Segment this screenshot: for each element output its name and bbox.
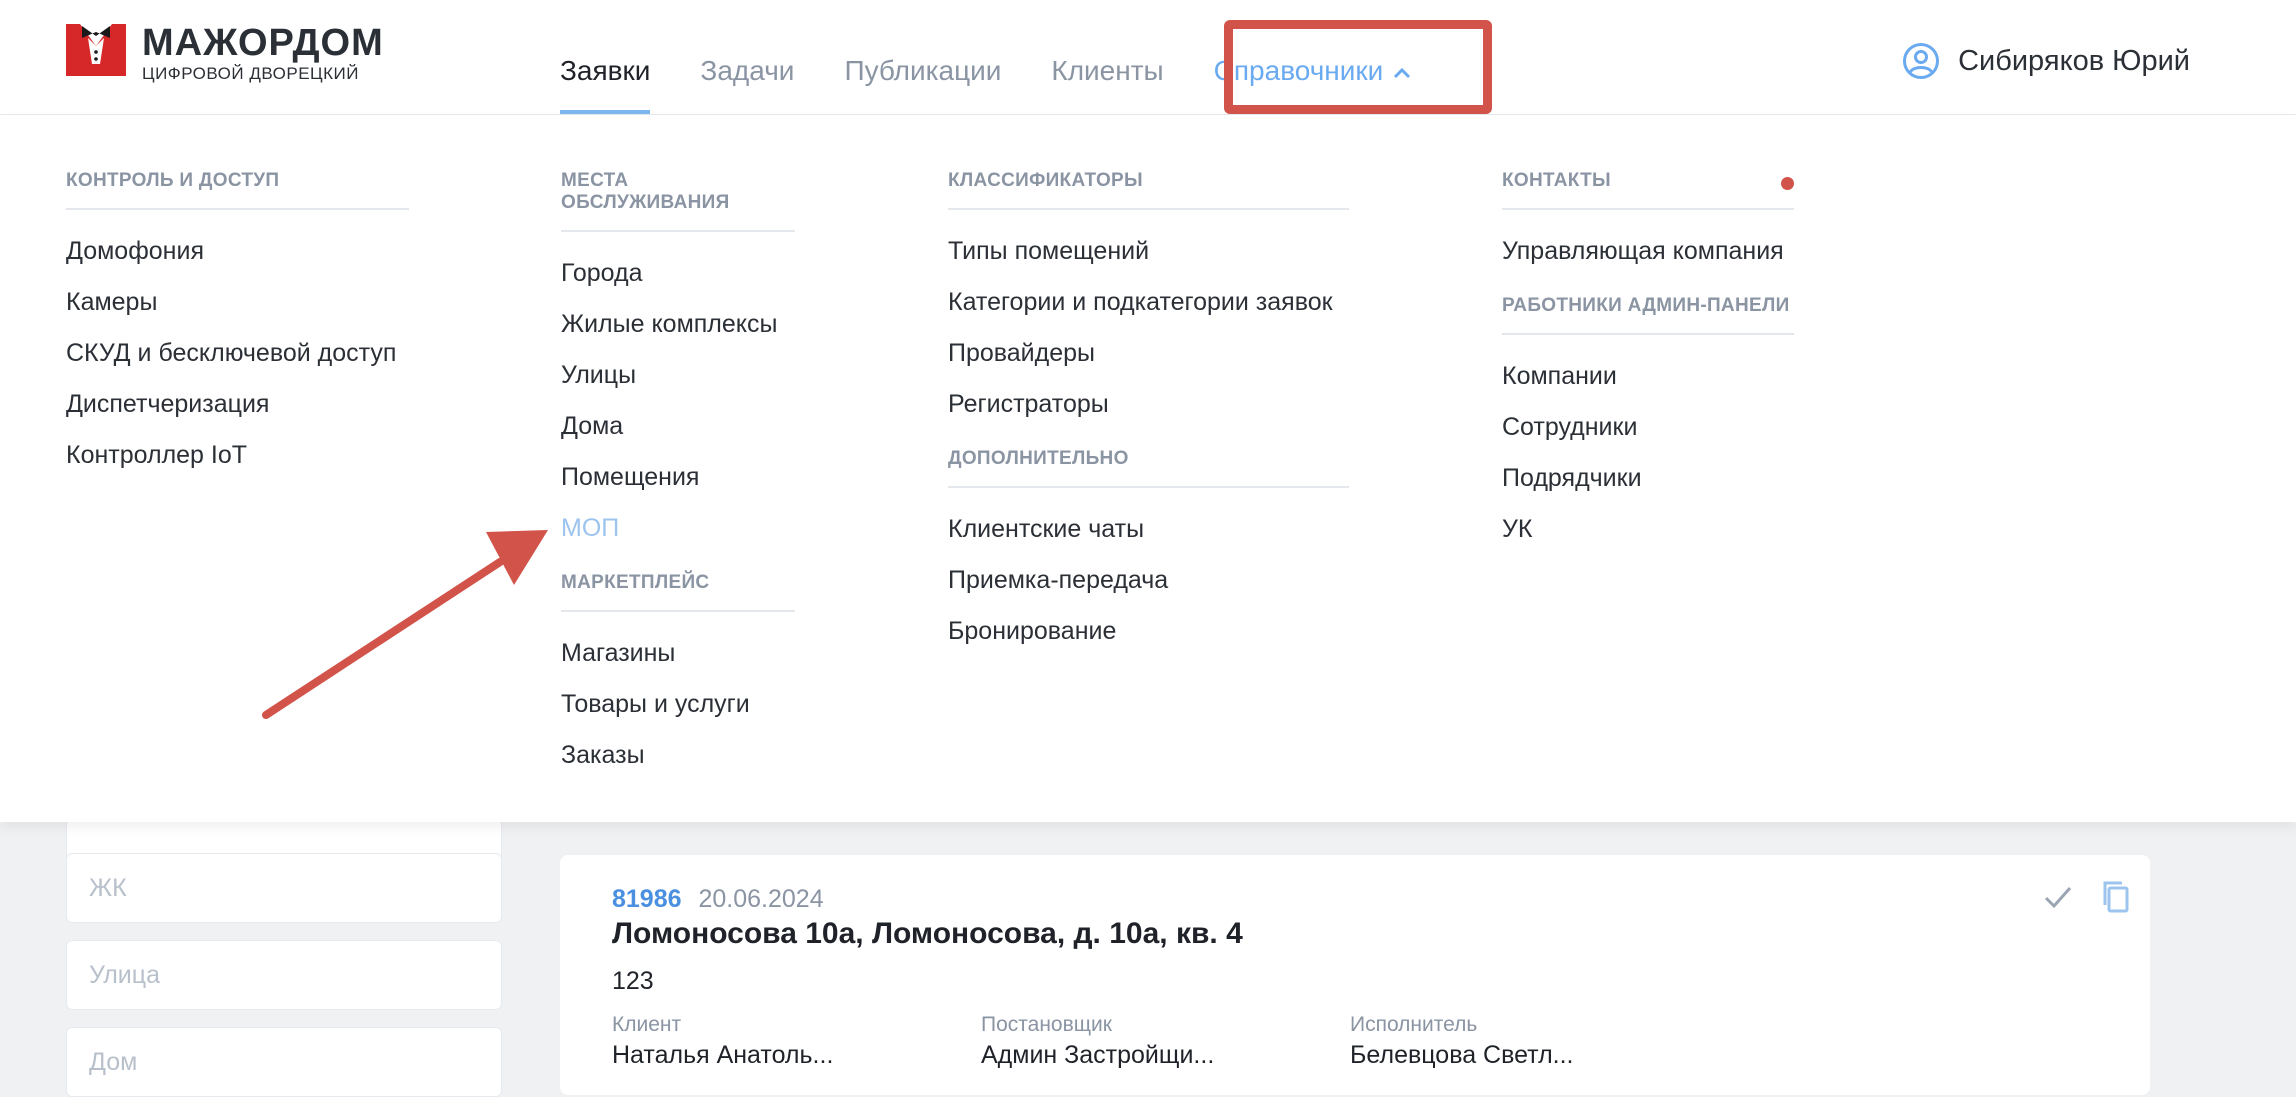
house-filter-input[interactable]: Дом — [66, 1027, 502, 1097]
executor-label: Исполнитель — [1350, 1013, 1478, 1036]
top-header: МАЖОРДОМ ЦИФРОВОЙ ДВОРЕЦКИЙ Заявки Задач… — [0, 0, 2296, 115]
menu-item-premises[interactable]: Помещения — [561, 452, 795, 503]
directories-dropdown: КОНТРОЛЬ И ДОСТУП Домофония Камеры СКУД … — [0, 115, 2296, 822]
butler-logo-icon — [66, 24, 126, 76]
menu-item-contractors[interactable]: Подрядчики — [1502, 453, 1794, 504]
check-icon[interactable] — [2038, 877, 2078, 917]
tab-clients[interactable]: Клиенты — [1051, 0, 1163, 114]
section-title-places: МЕСТА ОБСЛУЖИВАНИЯ — [561, 170, 795, 232]
menu-item-uk[interactable]: УК — [1502, 504, 1794, 555]
menu-item-client-chats[interactable]: Клиентские чаты — [948, 504, 1349, 555]
section-service-places: МЕСТА ОБСЛУЖИВАНИЯ Города Жилые комплекс… — [561, 170, 795, 781]
logo-title: МАЖОРДОМ — [142, 22, 384, 64]
executor-value: Белевцова Светл... — [1350, 1041, 1574, 1069]
section-title-marketplace: МАРКЕТПЛЕЙС — [561, 572, 795, 612]
logo-subtitle: ЦИФРОВОЙ ДВОРЕЦКИЙ — [142, 64, 359, 83]
client-value: Наталья Анатоль... — [612, 1041, 834, 1069]
menu-item-mop[interactable]: МОП — [561, 503, 795, 554]
section-control-access: КОНТРОЛЬ И ДОСТУП Домофония Камеры СКУД … — [66, 170, 409, 481]
menu-item-houses[interactable]: Дома — [561, 401, 795, 452]
annotation-highlight-box — [1224, 20, 1492, 114]
section-title-control: КОНТРОЛЬ И ДОСТУП — [66, 170, 409, 210]
menu-item-residential-complexes[interactable]: Жилые комплексы — [561, 299, 795, 350]
request-description: 123 — [612, 967, 654, 995]
copy-icon[interactable] — [2096, 877, 2136, 917]
request-id-link[interactable]: 81986 — [612, 885, 682, 913]
menu-item-shops[interactable]: Магазины — [561, 628, 795, 679]
street-filter-input[interactable]: Улица — [66, 940, 502, 1010]
menu-item-goods-services[interactable]: Товары и услуги — [561, 679, 795, 730]
author-value: Админ Застройщи... — [981, 1041, 1215, 1069]
client-meta: Клиент Наталья Анатоль... — [612, 1013, 833, 1070]
menu-item-companies[interactable]: Компании — [1502, 351, 1794, 402]
user-name: Сибиряков Юрий — [1958, 44, 2190, 77]
menu-item-employees[interactable]: Сотрудники — [1502, 402, 1794, 453]
menu-item-intercom[interactable]: Домофония — [66, 226, 409, 277]
menu-item-premise-types[interactable]: Типы помещений — [948, 226, 1349, 277]
executor-meta: Исполнитель Белевцова Светл... — [1350, 1013, 1574, 1070]
tab-requests[interactable]: Заявки — [560, 0, 651, 114]
section-title-contacts: КОНТАКТЫ — [1502, 170, 1794, 210]
notification-dot-icon — [1781, 177, 1794, 190]
menu-item-booking[interactable]: Бронирование — [948, 606, 1349, 657]
user-menu[interactable]: Сибиряков Юрий — [1902, 42, 2190, 80]
zhk-filter-input[interactable]: ЖК — [66, 853, 502, 923]
logo[interactable]: МАЖОРДОМ ЦИФРОВОЙ ДВОРЕЦКИЙ — [66, 22, 384, 83]
request-card[interactable]: 81986 20.06.2024 Ломоносова 10а, Ломонос… — [560, 855, 2150, 1095]
menu-item-cameras[interactable]: Камеры — [66, 277, 409, 328]
author-meta: Постановщик Админ Застройщи... — [981, 1013, 1214, 1070]
user-avatar-icon — [1903, 43, 1940, 79]
tab-publications[interactable]: Публикации — [844, 0, 1001, 114]
menu-item-acceptance-transfer[interactable]: Приемка-передача — [948, 555, 1349, 606]
request-title: Ломоносова 10а, Ломоносова, д. 10а, кв. … — [612, 917, 1243, 950]
menu-item-access-control[interactable]: СКУД и бесключевой доступ — [66, 328, 409, 379]
section-title-classifiers: КЛАССИФИКАТОРЫ — [948, 170, 1349, 210]
menu-item-providers[interactable]: Провайдеры — [948, 328, 1349, 379]
menu-item-iot-controller[interactable]: Контроллер IoT — [66, 430, 409, 481]
menu-item-management-company[interactable]: Управляющая компания — [1502, 226, 1794, 277]
client-label: Клиент — [612, 1013, 682, 1036]
section-title-additional: ДОПОЛНИТЕЛЬНО — [948, 448, 1349, 488]
section-title-admin-workers: РАБОТНИКИ АДМИН-ПАНЕЛИ — [1502, 295, 1794, 335]
menu-item-request-categories[interactable]: Категории и подкатегории заявок — [948, 277, 1349, 328]
author-label: Постановщик — [981, 1013, 1112, 1036]
request-date: 20.06.2024 — [698, 885, 824, 913]
menu-item-dispatching[interactable]: Диспетчеризация — [66, 379, 409, 430]
menu-item-orders[interactable]: Заказы — [561, 730, 795, 781]
menu-item-registrars[interactable]: Регистраторы — [948, 379, 1349, 430]
section-contacts: КОНТАКТЫ Управляющая компания РАБОТНИКИ … — [1502, 170, 1794, 555]
section-classifiers: КЛАССИФИКАТОРЫ Типы помещений Категории … — [948, 170, 1349, 657]
menu-item-cities[interactable]: Города — [561, 248, 795, 299]
menu-item-streets[interactable]: Улицы — [561, 350, 795, 401]
tab-tasks[interactable]: Задачи — [700, 0, 794, 114]
